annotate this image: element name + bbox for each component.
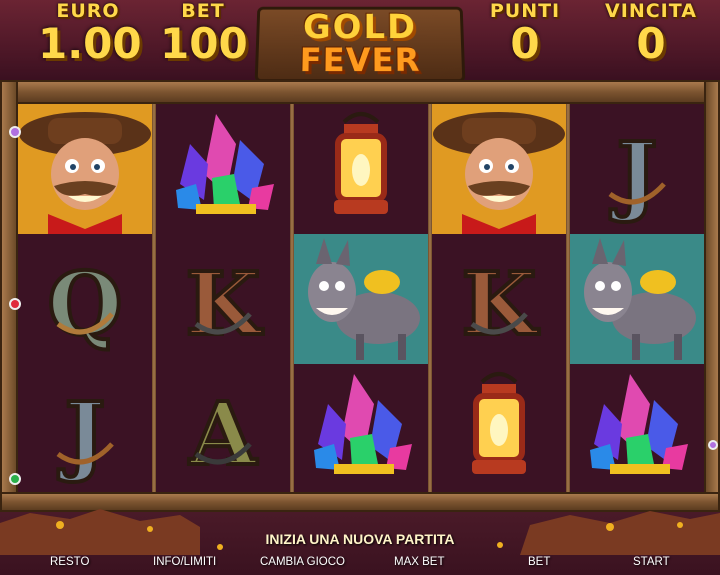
svg-text:Q: Q [48, 254, 123, 355]
euro-meter: EURO 1.00 [38, 0, 142, 68]
logo-line-fever: FEVER [299, 41, 421, 80]
reel-2: KA [156, 104, 290, 492]
start-button[interactable]: START [633, 556, 670, 568]
symbol-crystals [156, 104, 290, 234]
bet-button[interactable]: BET [528, 556, 550, 568]
status-message: INIZIA UNA NUOVA PARTITA [265, 531, 455, 547]
frame-left-post [0, 80, 18, 510]
resto-button[interactable]: RESTO [50, 556, 89, 568]
symbol-lantern [432, 364, 566, 494]
max-bet-button[interactable]: MAX BET [394, 556, 444, 568]
svg-text:K: K [462, 254, 540, 355]
svg-text:J: J [610, 124, 658, 225]
symbol-jack: J [18, 364, 152, 494]
punti-value: 0 [510, 19, 540, 68]
symbol-ten: Q [18, 234, 152, 364]
euro-value: 1.00 [38, 19, 142, 68]
symbol-donkey [294, 234, 428, 364]
symbol-ace: A [156, 364, 290, 494]
reel-3 [294, 104, 428, 492]
game-logo: GOLD FEVER [254, 6, 466, 83]
payline-marker-bottom [9, 473, 21, 485]
symbol-miner [18, 104, 152, 234]
payline-marker-right-top [708, 440, 718, 450]
symbol-crystals [570, 364, 704, 494]
gold-rocks-decoration [0, 509, 720, 555]
reel-1: QJ [18, 104, 152, 492]
symbol-donkey [570, 234, 704, 364]
symbol-jack: J [570, 104, 704, 234]
symbol-lantern [294, 104, 428, 234]
control-bar: RESTO INFO/LIMITI CAMBIA GIOCO MAX BET B… [0, 556, 720, 575]
bet-value: 100 [160, 19, 248, 68]
vincita-value: 0 [636, 19, 666, 68]
frame-top-beam [0, 80, 720, 104]
top-bar: EURO 1.00 BET 100 PUNTI 0 VINCITA 0 GOLD… [0, 0, 720, 83]
reel-4: K [432, 104, 566, 492]
symbol-king: K [432, 234, 566, 364]
vincita-meter: VINCITA 0 [596, 0, 706, 66]
svg-text:K: K [186, 254, 264, 355]
bet-meter: BET 100 [160, 0, 248, 68]
symbol-king: K [156, 234, 290, 364]
slot-game-screen: EURO 1.00 BET 100 PUNTI 0 VINCITA 0 GOLD… [0, 0, 720, 575]
symbol-miner [432, 104, 566, 234]
info-limits-button[interactable]: INFO/LIMITI [153, 556, 216, 568]
punti-meter: PUNTI 0 [480, 0, 570, 66]
reel-area: QJKAKJ [18, 104, 704, 492]
payline-marker-middle [9, 298, 21, 310]
change-game-button[interactable]: CAMBIA GIOCO [260, 556, 345, 568]
svg-text:J: J [58, 384, 106, 485]
payline-marker-top [9, 126, 21, 138]
reel-5: J [570, 104, 704, 492]
svg-text:A: A [189, 384, 258, 485]
symbol-crystals [294, 364, 428, 494]
